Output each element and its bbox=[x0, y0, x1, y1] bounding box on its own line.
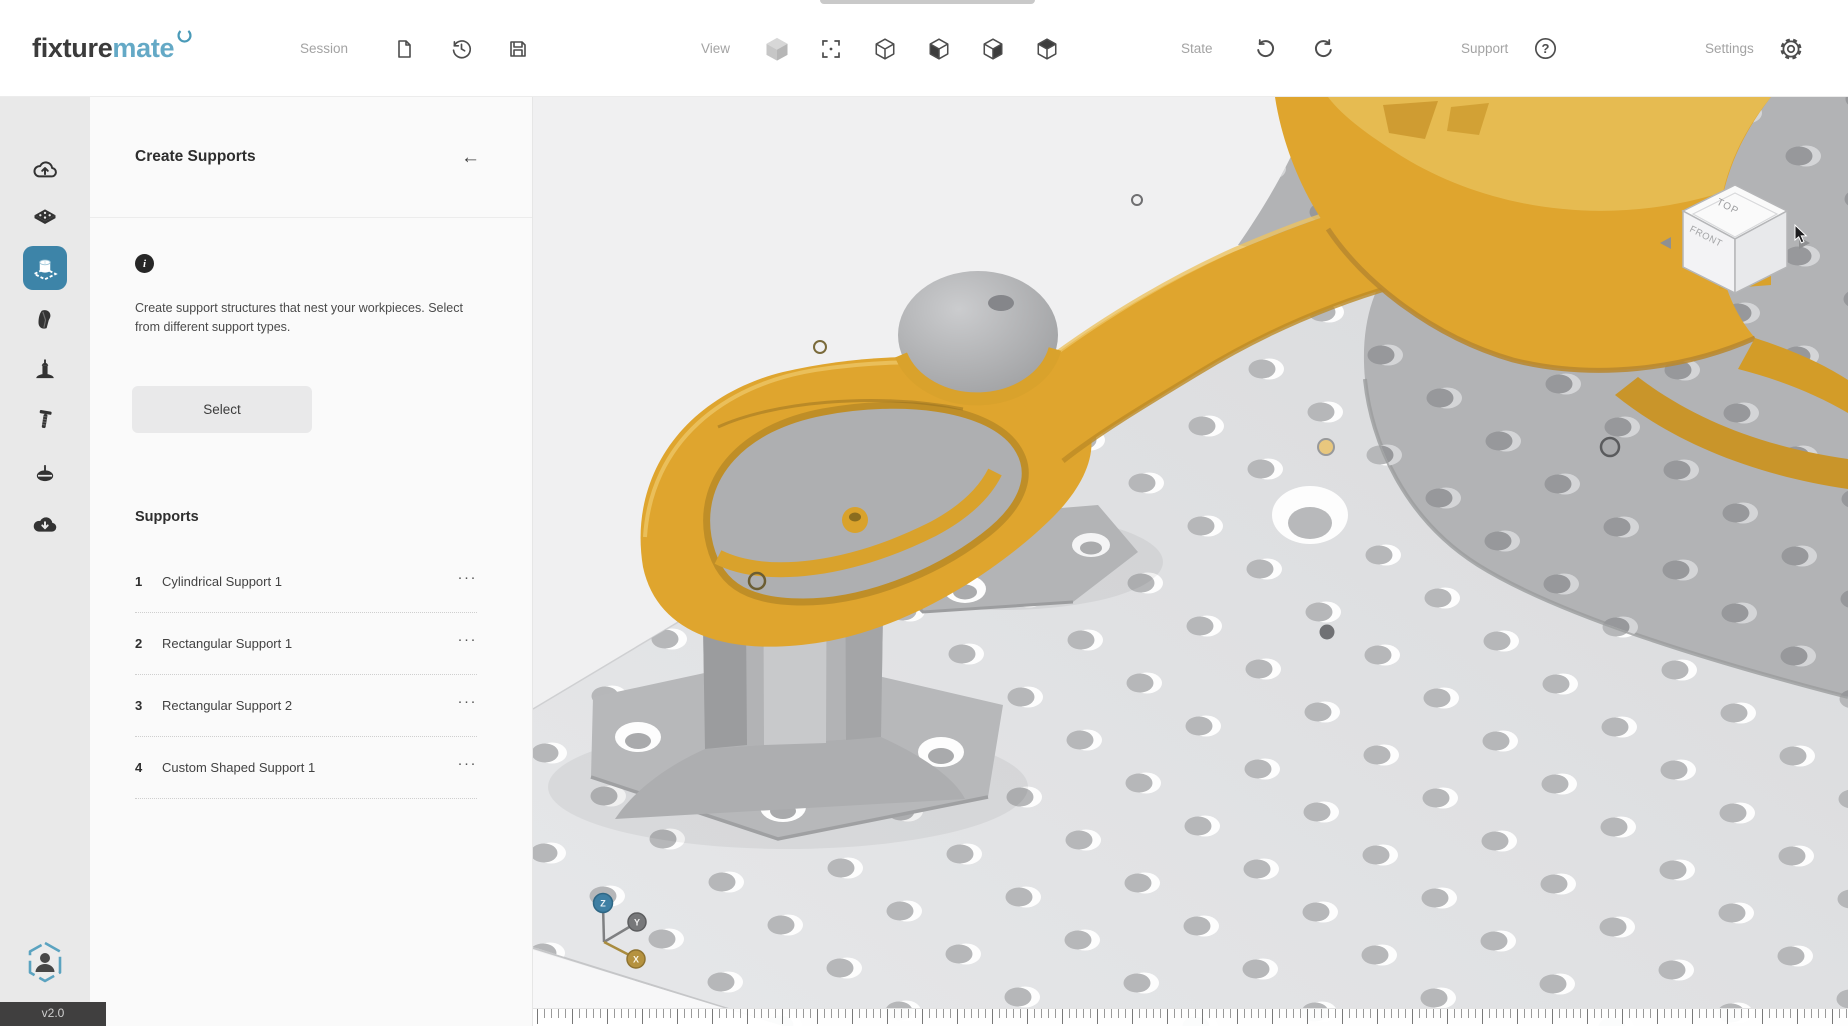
support-name: Custom Shaped Support 1 bbox=[162, 760, 458, 775]
support-name: Cylindrical Support 1 bbox=[162, 574, 458, 589]
item-menu-icon[interactable]: ··· bbox=[458, 702, 478, 708]
history-icon[interactable] bbox=[446, 34, 476, 64]
support-boss-cylinder bbox=[898, 271, 1058, 399]
iso-cube-icon[interactable] bbox=[870, 34, 900, 64]
cube-face-top-icon[interactable] bbox=[1032, 34, 1062, 64]
state-label: State bbox=[1181, 41, 1213, 56]
redo-icon[interactable] bbox=[1309, 34, 1339, 64]
supports-list: 1 Cylindrical Support 1 ··· 2 Rectangula… bbox=[135, 551, 477, 799]
item-menu-icon[interactable]: ··· bbox=[458, 640, 478, 646]
back-arrow-icon[interactable]: ← bbox=[461, 148, 480, 167]
settings-group: Settings bbox=[1705, 0, 1806, 97]
session-label: Session bbox=[300, 41, 348, 56]
panel-header: Create Supports ← bbox=[90, 97, 532, 218]
knob-icon[interactable] bbox=[0, 459, 90, 489]
item-menu-icon[interactable]: ··· bbox=[458, 764, 478, 770]
view-group: View bbox=[701, 0, 1062, 97]
save-icon[interactable] bbox=[503, 34, 533, 64]
fit-view-icon[interactable] bbox=[816, 34, 846, 64]
support-index: 1 bbox=[135, 574, 162, 589]
workpiece-icon[interactable] bbox=[0, 305, 90, 335]
download-cloud-icon[interactable] bbox=[0, 509, 90, 539]
support-label: Support bbox=[1461, 41, 1508, 56]
undo-icon[interactable] bbox=[1251, 34, 1281, 64]
app-header: fixturemate Session bbox=[0, 0, 1848, 97]
settings-label: Settings bbox=[1705, 41, 1754, 56]
clamp-icon[interactable] bbox=[0, 355, 90, 385]
logo-text-primary: fixture bbox=[32, 33, 112, 64]
3d-scene: TOP FRONT Z Y X bbox=[533, 97, 1848, 1026]
panel-description: Create support structures that nest your… bbox=[135, 299, 483, 338]
version-badge: v2.0 bbox=[0, 1002, 106, 1026]
baseplate-icon[interactable] bbox=[0, 202, 90, 232]
supports-heading: Supports bbox=[135, 509, 477, 525]
create-supports-icon[interactable] bbox=[23, 246, 67, 290]
settings-gear-icon[interactable] bbox=[1776, 34, 1806, 64]
panel-title: Create Supports bbox=[135, 148, 256, 166]
view-label: View bbox=[701, 41, 730, 56]
support-list-item[interactable]: 1 Cylindrical Support 1 ··· bbox=[135, 551, 477, 613]
support-group: Support ? bbox=[1461, 0, 1560, 97]
axis-z-label: Z bbox=[600, 899, 606, 909]
fixturemate-app: fixturemate Session bbox=[0, 0, 1848, 1026]
logo-ring-icon bbox=[176, 27, 193, 44]
cube-face-right-icon[interactable] bbox=[978, 34, 1008, 64]
support-index: 4 bbox=[135, 760, 162, 775]
3d-viewport[interactable]: TOP FRONT Z Y X bbox=[533, 97, 1848, 1026]
support-list-item[interactable]: 4 Custom Shaped Support 1 ··· bbox=[135, 737, 477, 799]
screw-icon[interactable] bbox=[0, 405, 90, 435]
item-menu-icon[interactable]: ··· bbox=[458, 578, 478, 584]
help-icon[interactable]: ? bbox=[1530, 34, 1560, 64]
state-group: State bbox=[1181, 0, 1339, 97]
axis-x-label: X bbox=[633, 955, 639, 965]
upload-cloud-icon[interactable] bbox=[0, 155, 90, 185]
support-index: 3 bbox=[135, 698, 162, 713]
tool-rail bbox=[0, 97, 90, 1026]
select-button[interactable]: Select bbox=[132, 386, 312, 433]
support-name: Rectangular Support 2 bbox=[162, 698, 458, 713]
viewport-ruler bbox=[533, 1008, 1848, 1026]
support-name: Rectangular Support 1 bbox=[162, 636, 458, 651]
cube-face-left-icon[interactable] bbox=[924, 34, 954, 64]
app-logo: fixturemate bbox=[32, 0, 193, 97]
new-file-icon[interactable] bbox=[389, 34, 419, 64]
create-supports-panel: Create Supports ← i Create support struc… bbox=[90, 97, 533, 1026]
user-avatar[interactable] bbox=[24, 940, 66, 984]
support-index: 2 bbox=[135, 636, 162, 651]
support-list-item[interactable]: 3 Rectangular Support 2 ··· bbox=[135, 675, 477, 737]
logo-text-secondary: mate bbox=[112, 33, 174, 64]
support-list-item[interactable]: 2 Rectangular Support 1 ··· bbox=[135, 613, 477, 675]
axis-y-label: Y bbox=[634, 918, 640, 928]
session-group: Session bbox=[300, 0, 533, 97]
shaded-cube-icon[interactable] bbox=[762, 34, 792, 64]
info-icon: i bbox=[135, 254, 154, 273]
svg-text:?: ? bbox=[1541, 41, 1549, 56]
